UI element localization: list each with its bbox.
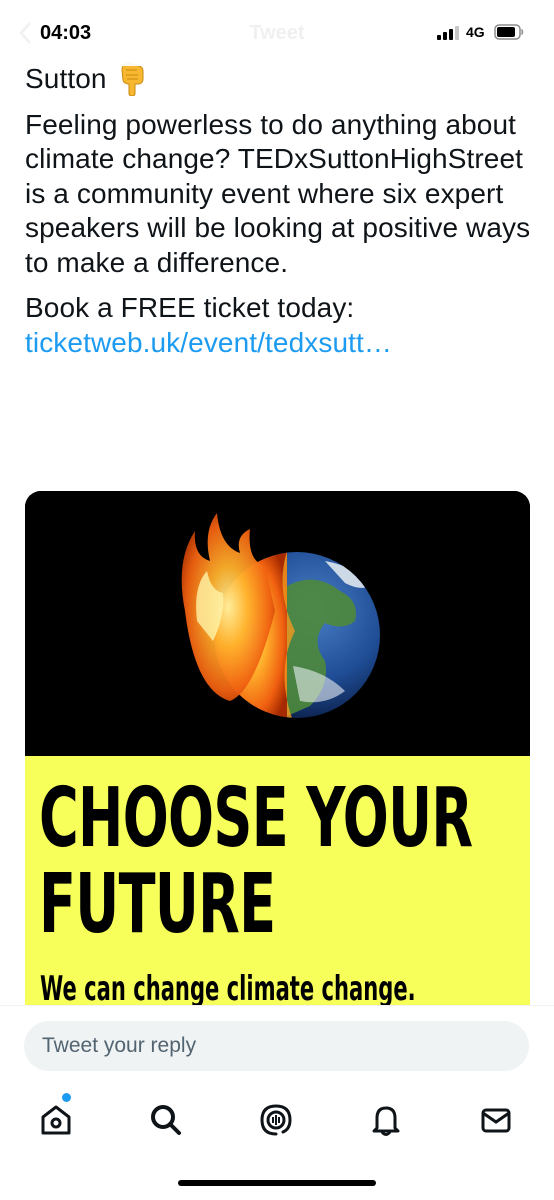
spaces-icon xyxy=(260,1104,292,1136)
tweet-body: Feeling powerless to do anything about c… xyxy=(25,108,531,278)
cta-text: Book a FREE ticket today: xyxy=(25,292,355,323)
tweet-media-card[interactable]: CHOOSE YOUR FUTURE We can change climate… xyxy=(25,491,530,1021)
headline-line2: FUTURE xyxy=(39,857,276,952)
home-indicator[interactable] xyxy=(178,1180,376,1186)
tweet-text: Sutton Feeling powerless to do anything … xyxy=(25,62,535,360)
media-headline-panel: CHOOSE YOUR FUTURE We can change climate… xyxy=(25,756,530,1021)
tab-home[interactable] xyxy=(36,1100,76,1140)
search-icon xyxy=(151,1105,181,1135)
tweet-cta: Book a FREE ticket today: ticketweb.uk/e… xyxy=(25,291,535,360)
tab-spaces[interactable] xyxy=(256,1100,296,1140)
reply-input[interactable] xyxy=(24,1021,529,1071)
tab-notifications[interactable] xyxy=(366,1100,406,1140)
messages-icon xyxy=(481,1108,511,1133)
battery-icon xyxy=(494,24,524,40)
tab-search[interactable] xyxy=(146,1100,186,1140)
media-image-top xyxy=(25,491,530,756)
network-type: 4G xyxy=(466,24,485,40)
reply-composer xyxy=(0,1005,554,1080)
home-icon xyxy=(41,1105,71,1135)
ticket-link[interactable]: ticketweb.uk/event/tedxsutt… xyxy=(25,327,392,358)
media-tagline: We can change climate change. xyxy=(40,969,416,1009)
author-line-text: Sutton xyxy=(25,63,107,94)
signal-icon xyxy=(437,26,459,40)
headline-line1: CHOOSE YOUR xyxy=(39,771,473,866)
burning-earth-image xyxy=(181,513,380,718)
status-bar: 04:03 Tweet 4G xyxy=(0,0,554,66)
new-tweets-dot xyxy=(62,1093,71,1102)
author-line: Sutton xyxy=(25,62,535,97)
media-headline: CHOOSE YOUR FUTURE xyxy=(39,771,473,952)
tab-messages[interactable] xyxy=(476,1100,516,1140)
notifications-icon xyxy=(372,1106,400,1136)
pointing-down-emoji-icon xyxy=(121,62,144,97)
